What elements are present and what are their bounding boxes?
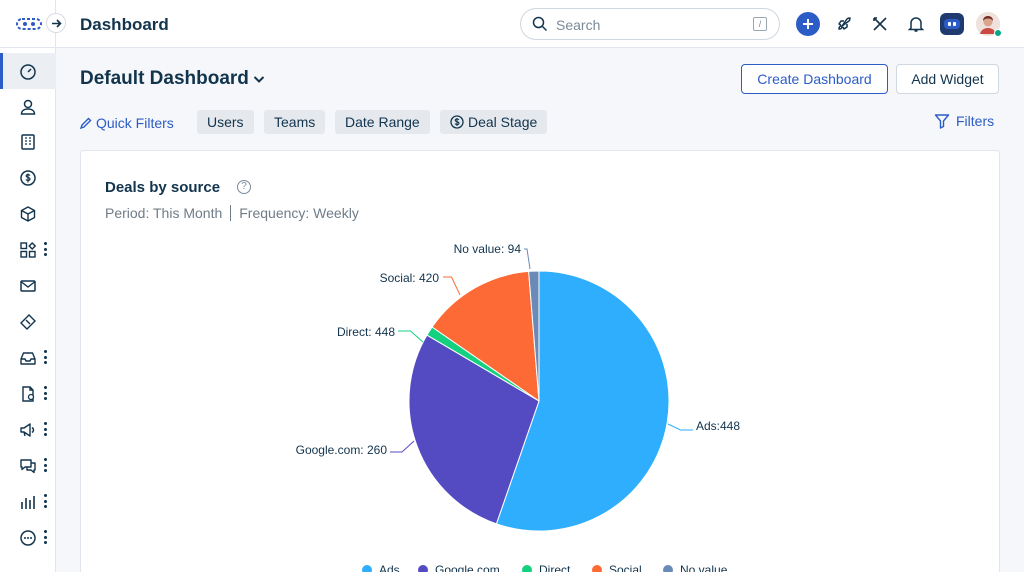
app-logo-icon[interactable] xyxy=(16,17,42,31)
legend-item[interactable]: No value xyxy=(680,563,728,572)
page-title: Dashboard xyxy=(80,15,169,34)
more-options-icon[interactable] xyxy=(44,422,48,438)
sidebar-item-deals[interactable] xyxy=(0,160,56,196)
create-dashboard-button[interactable]: Create Dashboard xyxy=(741,64,888,94)
deals-icon xyxy=(20,170,36,186)
add-widget-button[interactable]: Add Widget xyxy=(896,64,999,94)
filter-chip-label: Teams xyxy=(274,114,316,130)
contacts-icon xyxy=(20,99,36,115)
dashboard-icon xyxy=(20,64,36,80)
sidebar-item-accounts[interactable] xyxy=(0,124,56,160)
arrow-right-icon xyxy=(51,18,62,28)
filter-chip-label: Deal Stage xyxy=(468,114,538,130)
onboarding-button[interactable] xyxy=(832,12,856,36)
bot-icon xyxy=(944,19,960,29)
bell-icon xyxy=(907,17,925,32)
legend-item[interactable]: Social xyxy=(609,563,642,572)
pie-data-label: No value: 94 xyxy=(454,242,522,256)
sidebar-item-apps[interactable] xyxy=(0,232,56,268)
sidebar-item-inbox[interactable] xyxy=(0,340,56,376)
user-avatar[interactable] xyxy=(976,12,1002,37)
sidebar-item-more[interactable] xyxy=(0,520,56,556)
rocket-icon xyxy=(838,17,851,30)
pie-data-label: Ads:448 xyxy=(696,419,740,433)
reports-icon xyxy=(21,496,35,509)
inbox-icon xyxy=(20,352,36,365)
dollar-icon xyxy=(450,115,464,129)
more-options-icon[interactable] xyxy=(44,494,48,510)
pie-data-label: Social: 420 xyxy=(380,271,440,285)
more-options-icon[interactable] xyxy=(44,350,48,366)
pie-data-label: Direct: 448 xyxy=(337,325,395,339)
quick-filters-link[interactable]: Quick Filters xyxy=(80,114,174,132)
search-shortcut-hint: / xyxy=(753,17,767,31)
campaigns-icon xyxy=(20,423,35,437)
documents-icon xyxy=(22,386,35,402)
more-options-icon[interactable] xyxy=(44,530,48,546)
legend-item[interactable]: Google.com xyxy=(435,563,500,572)
more-options-icon[interactable] xyxy=(44,242,48,258)
ai-assistant-button[interactable] xyxy=(940,13,964,35)
filter-chip-teams[interactable]: Teams xyxy=(264,110,326,134)
filter-chip-deal-stage[interactable]: Deal Stage xyxy=(440,110,548,134)
top-bar: Dashboard / xyxy=(56,0,1024,48)
tickets-icon xyxy=(20,314,36,330)
legend-swatch xyxy=(418,565,428,572)
legend-swatch xyxy=(592,565,602,572)
filter-chip-users[interactable]: Users xyxy=(197,110,254,134)
sidebar-item-contacts[interactable] xyxy=(0,89,56,125)
sidebar-item-chat[interactable] xyxy=(0,448,56,484)
notifications-button[interactable] xyxy=(904,12,928,36)
filter-chip-label: Users xyxy=(207,114,244,130)
pie-label-leader-line xyxy=(398,330,424,343)
more-icon xyxy=(20,530,36,546)
dashboard-selector[interactable]: Default Dashboard xyxy=(80,68,249,90)
legend-swatch xyxy=(663,565,673,572)
tools-icon xyxy=(873,17,887,31)
deals-by-source-widget: Deals by source ? Period: This Month Fre… xyxy=(80,150,1000,572)
quick-filters-label: Quick Filters xyxy=(96,115,174,131)
sidebar-item-documents[interactable] xyxy=(0,376,56,412)
sidebar xyxy=(0,0,56,572)
tools-button[interactable] xyxy=(868,12,892,36)
pie-label-leader-line xyxy=(667,423,693,431)
legend-item[interactable]: Ads xyxy=(379,563,400,572)
filters-button[interactable]: Filters xyxy=(934,113,994,129)
plus-icon xyxy=(803,19,813,29)
sidebar-item-dashboard[interactable] xyxy=(0,53,56,89)
sidebar-item-products[interactable] xyxy=(0,196,56,232)
sidebar-item-campaigns[interactable] xyxy=(0,412,56,448)
more-options-icon[interactable] xyxy=(44,458,48,474)
products-icon xyxy=(20,206,36,222)
sidebar-item-reports[interactable] xyxy=(0,484,56,520)
search-box[interactable]: / xyxy=(520,8,780,40)
accounts-icon xyxy=(21,134,35,150)
pie-label-leader-line xyxy=(524,248,531,270)
online-status-dot xyxy=(994,29,1002,37)
chat-icon xyxy=(20,459,36,474)
legend-item[interactable]: Direct xyxy=(539,563,571,572)
chevron-down-icon[interactable] xyxy=(252,72,266,86)
quick-add-button[interactable] xyxy=(796,12,820,36)
search-icon xyxy=(532,16,548,32)
email-icon xyxy=(20,280,36,292)
filters-label: Filters xyxy=(956,113,995,129)
sidebar-item-email[interactable] xyxy=(0,268,56,304)
expand-sidebar-button[interactable] xyxy=(46,13,66,33)
pie-chart: Ads:448 Google.com: 260 Direct: 448 Social:… xyxy=(296,242,740,572)
legend-swatch xyxy=(362,565,372,572)
more-options-icon[interactable] xyxy=(44,386,48,402)
legend-swatch xyxy=(522,565,532,572)
pie-data-label: Google.com: 260 xyxy=(296,443,388,457)
pie-label-leader-line xyxy=(443,276,461,296)
pencil-icon xyxy=(80,117,92,129)
filter-chip-date-range[interactable]: Date Range xyxy=(335,110,430,134)
apps-icon xyxy=(20,242,37,258)
sidebar-item-tickets[interactable] xyxy=(0,304,56,340)
filter-chip-label: Date Range xyxy=(345,114,420,130)
funnel-icon xyxy=(934,114,950,129)
pie-label-leader-line xyxy=(390,440,415,453)
search-input[interactable] xyxy=(556,15,746,35)
